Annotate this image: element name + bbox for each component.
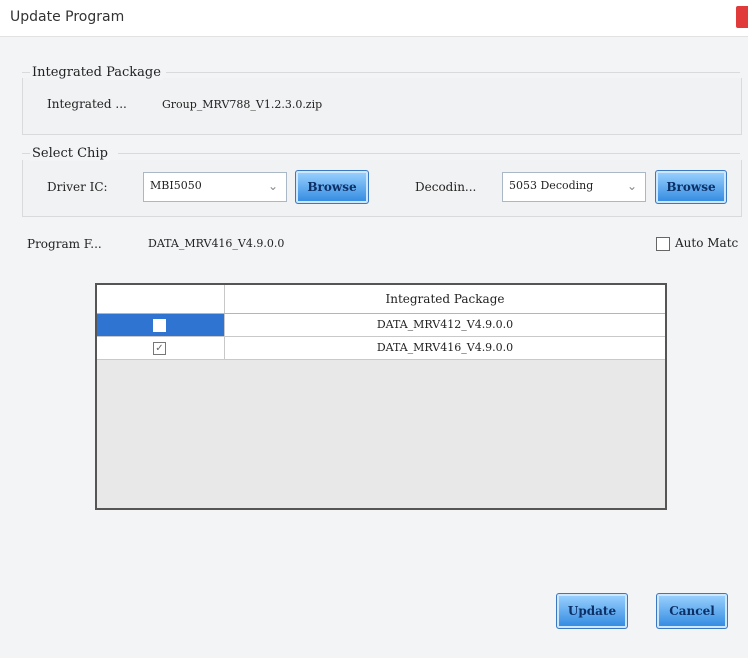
integrated-package-group-title: Integrated Package [30, 65, 163, 80]
update-program-dialog: Update Program Integrated Package Integr… [0, 0, 748, 658]
row-checkbox-cell[interactable] [97, 314, 225, 336]
driver-ic-select[interactable]: MBI5050 ⌄ [143, 172, 287, 202]
integrated-package-value: Group_MRV788_V1.2.3.0.zip [162, 98, 323, 111]
package-table: Integrated Package DATA_MRV412_V4.9.0.0 … [95, 283, 667, 510]
decoding-label: Decodin... [415, 180, 477, 194]
group-border-left [22, 72, 30, 73]
cancel-button[interactable]: Cancel [656, 593, 728, 629]
select-chip-group-title: Select Chip [30, 146, 110, 161]
integrated-label: Integrated ... [47, 97, 127, 111]
table-header: Integrated Package [97, 285, 665, 314]
driver-ic-value: MBI5050 [150, 179, 202, 192]
driver-browse-button[interactable]: Browse [295, 170, 369, 204]
table-row[interactable]: DATA_MRV412_V4.9.0.0 [97, 314, 665, 337]
integrated-package-group [22, 78, 742, 135]
chevron-down-icon: ⌄ [267, 179, 278, 193]
row-checkbox[interactable] [153, 319, 166, 332]
auto-match-label: Auto Matc [675, 236, 739, 250]
row-package-name: DATA_MRV416_V4.9.0.0 [376, 341, 514, 354]
group-border-right [166, 72, 740, 73]
program-file-label: Program F... [27, 237, 102, 251]
column-header-integrated-package: Integrated Package [385, 292, 505, 306]
program-file-value: DATA_MRV416_V4.9.0.0 [148, 237, 285, 250]
title-bar: Update Program [0, 0, 748, 37]
table-row[interactable]: ✓ DATA_MRV416_V4.9.0.0 [97, 337, 665, 360]
driver-ic-label: Driver IC: [47, 180, 108, 194]
decoding-select[interactable]: 5053 Decoding ⌄ [502, 172, 646, 202]
chevron-down-icon: ⌄ [626, 179, 637, 193]
chip-group-border-right [118, 153, 740, 154]
auto-match-checkbox[interactable] [656, 237, 670, 251]
close-icon[interactable] [736, 6, 748, 28]
row-checkbox-checked[interactable]: ✓ [153, 342, 166, 355]
window-title: Update Program [10, 9, 125, 25]
decoding-browse-button[interactable]: Browse [655, 170, 727, 204]
update-button[interactable]: Update [556, 593, 628, 629]
decoding-value: 5053 Decoding [509, 179, 594, 192]
row-checkbox-cell[interactable]: ✓ [97, 337, 225, 359]
chip-group-border-left [22, 153, 30, 154]
row-package-name: DATA_MRV412_V4.9.0.0 [376, 318, 514, 331]
